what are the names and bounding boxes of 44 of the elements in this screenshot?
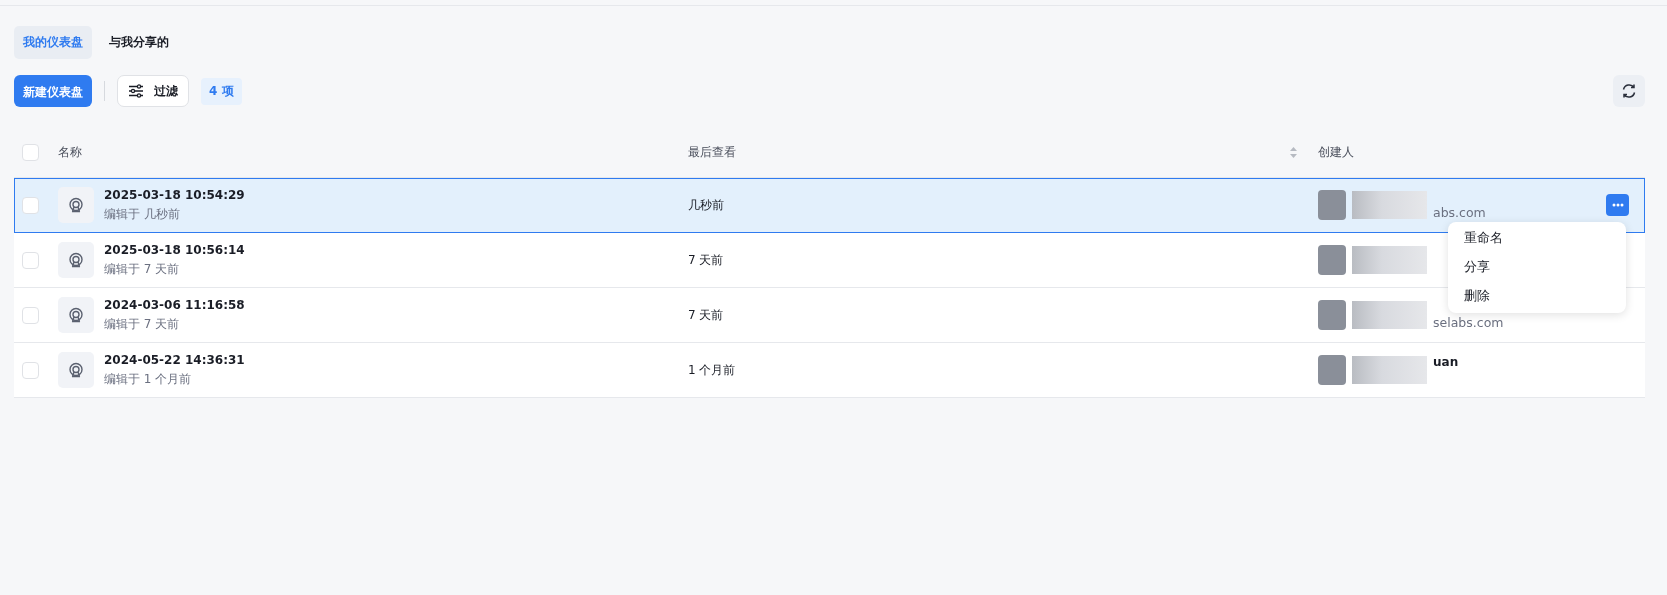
refresh-icon: [1620, 82, 1638, 100]
avatar: [1318, 245, 1346, 275]
column-header: 创建人: [1318, 143, 1355, 161]
new-dashboard-button[interactable]: 新建仪表盘: [14, 75, 92, 107]
menu-item[interactable]: 重命名: [1448, 224, 1626, 253]
select-all-checkbox[interactable]: [22, 143, 39, 161]
last-viewed: 7 天前: [688, 251, 725, 269]
last-viewed: 1 个月前: [688, 361, 737, 379]
dashboard-icon: [68, 307, 84, 323]
column-header[interactable]: 最后查看: [688, 143, 736, 161]
row-checkbox[interactable]: [22, 251, 39, 269]
edited-time: 编辑于 1 个月前: [104, 370, 193, 388]
creator-email: abs.com: [1433, 205, 1486, 220]
sliders-icon: [128, 84, 144, 98]
avatar: [1318, 355, 1346, 385]
column-header: 名称: [58, 143, 83, 161]
dashboard-title[interactable]: 2024-05-22 14:36:31: [104, 352, 245, 367]
more-button[interactable]: [1606, 194, 1629, 216]
avatar: [1318, 300, 1346, 330]
dashboard-title[interactable]: 2025-03-18 10:56:14: [104, 242, 245, 257]
tab[interactable]: 与我分享的: [100, 26, 178, 59]
creator-name: uan: [1433, 355, 1459, 369]
dashboard-title[interactable]: 2025-03-18 10:54:29: [104, 187, 245, 202]
filter-button[interactable]: 过滤: [117, 75, 189, 107]
creator-email: selabs.com: [1433, 315, 1504, 330]
edited-time: 编辑于 几秒前: [104, 205, 181, 223]
row-checkbox[interactable]: [22, 361, 39, 379]
menu-item[interactable]: 分享: [1448, 253, 1626, 282]
avatar: [1318, 190, 1346, 220]
edited-time: 编辑于 7 天前: [104, 260, 181, 278]
last-viewed: 7 天前: [688, 306, 725, 324]
row-checkbox[interactable]: [22, 196, 39, 214]
dashboard-icon: [68, 252, 84, 268]
dashboard-title[interactable]: 2024-03-06 11:16:58: [104, 297, 245, 312]
item-count: 4 项: [201, 77, 242, 105]
refresh-button[interactable]: [1613, 75, 1645, 107]
row-checkbox[interactable]: [22, 306, 39, 324]
last-viewed: 几秒前: [688, 196, 725, 214]
dashboard-icon: [68, 197, 84, 213]
ellipsis-icon: [1611, 203, 1624, 207]
sort-icon[interactable]: [1289, 145, 1298, 159]
menu-item[interactable]: 删除: [1448, 282, 1626, 311]
edited-time: 编辑于 7 天前: [104, 315, 181, 333]
dashboard-icon: [68, 362, 84, 378]
